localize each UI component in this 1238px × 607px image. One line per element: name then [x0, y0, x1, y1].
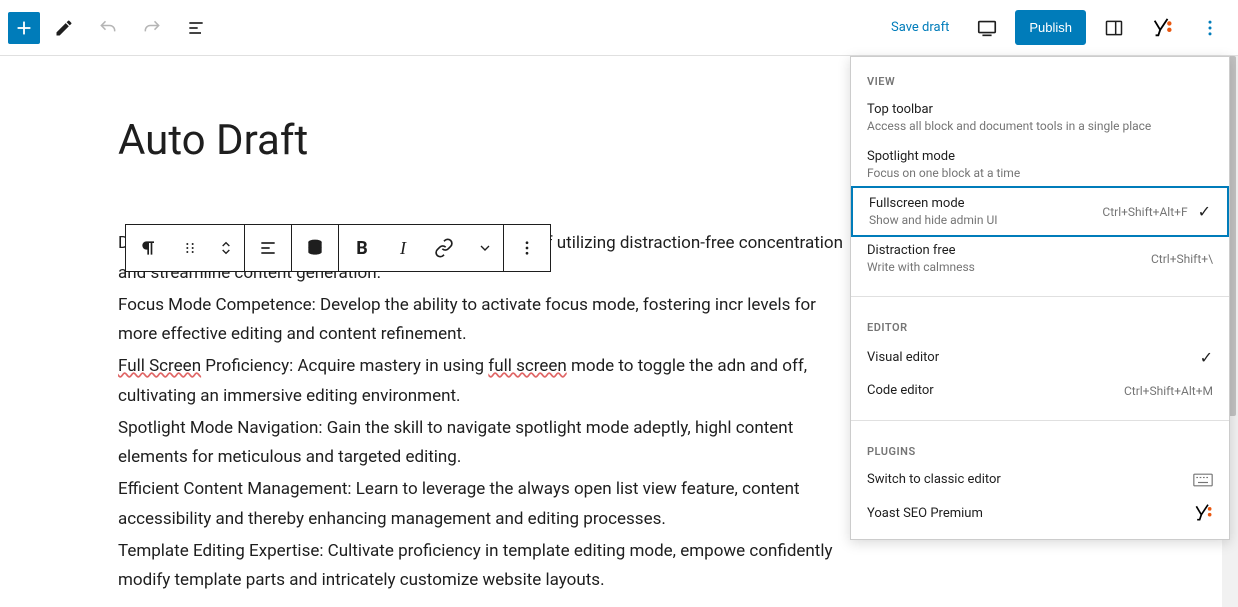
settings-sidebar-button[interactable]	[1094, 8, 1134, 48]
save-draft-button[interactable]: Save draft	[881, 20, 959, 35]
undo-button[interactable]	[88, 8, 128, 48]
menu-item-desc: Access all block and document tools in a…	[867, 119, 1151, 133]
edit-icon[interactable]	[44, 8, 84, 48]
shortcut: Ctrl+Shift+Alt+F	[1102, 205, 1187, 219]
publish-button[interactable]: Publish	[1015, 10, 1086, 45]
move-icon[interactable]	[208, 225, 244, 271]
chevron-down-icon[interactable]	[467, 225, 503, 271]
divider	[851, 420, 1229, 421]
section-heading-view: View	[851, 65, 1229, 94]
section-heading-plugins: Plugins	[851, 435, 1229, 464]
shortcut: Ctrl+Shift+\	[1151, 252, 1213, 266]
menu-item-desc: Write with calmness	[867, 260, 975, 274]
paragraph[interactable]: Spotlight Mode Navigation: Gain the skil…	[118, 414, 858, 474]
more-options-icon[interactable]	[504, 225, 550, 271]
menu-distraction-free[interactable]: Distraction free Write with calmness Ctrl…	[851, 235, 1229, 282]
drag-handle-icon[interactable]	[172, 225, 208, 271]
misspell: Full Screen	[118, 356, 201, 376]
database-icon[interactable]	[292, 225, 338, 271]
check-icon: ✓	[1198, 202, 1211, 221]
menu-item-label: Distraction free	[867, 243, 975, 258]
misspell: full screen	[488, 356, 566, 376]
keyboard-icon	[1193, 473, 1213, 487]
menu-item-label: Spotlight mode	[867, 149, 1020, 164]
add-block-button[interactable]	[8, 12, 40, 44]
preview-button[interactable]	[967, 8, 1007, 48]
bold-button[interactable]: B	[339, 225, 385, 271]
shortcut: Ctrl+Shift+Alt+M	[1124, 384, 1213, 398]
menu-item-label: Top toolbar	[867, 102, 1151, 117]
menu-fullscreen[interactable]: Fullscreen mode Show and hide admin UI Ct…	[851, 186, 1229, 237]
redo-button[interactable]	[132, 8, 172, 48]
paragraph[interactable]: Template Editing Expertise: Cultivate pr…	[118, 537, 858, 597]
paragraph[interactable]: Efficient Content Management: Learn to l…	[118, 475, 858, 535]
menu-top-toolbar[interactable]: Top toolbar Access all block and document…	[851, 94, 1229, 141]
yoast-icon[interactable]	[1142, 8, 1182, 48]
divider	[851, 296, 1229, 297]
menu-code-editor[interactable]: Code editor Ctrl+Shift+Alt+M	[851, 375, 1229, 406]
menu-item-label: Switch to classic editor	[867, 472, 1001, 487]
post-content[interactable]: Distraction-Free Mastery: Attain a deep …	[118, 229, 858, 596]
paragraph-icon[interactable]	[126, 225, 172, 271]
options-menu-button[interactable]	[1190, 8, 1230, 48]
menu-item-label: Yoast SEO Premium	[867, 506, 983, 521]
menu-item-label: Fullscreen mode	[869, 196, 998, 211]
menu-classic-editor[interactable]: Switch to classic editor	[851, 464, 1229, 495]
top-toolbar: Save draft Publish	[0, 0, 1238, 56]
options-dropdown: View Top toolbar Access all block and doc…	[850, 56, 1230, 540]
section-heading-editor: Editor	[851, 311, 1229, 340]
menu-item-label: Code editor	[867, 383, 934, 398]
align-icon[interactable]	[245, 225, 291, 271]
yoast-icon	[1193, 503, 1213, 523]
italic-button[interactable]: I	[385, 225, 421, 271]
check-icon: ✓	[1200, 348, 1213, 367]
paragraph[interactable]: Full Screen Proficiency: Acquire mastery…	[118, 352, 858, 412]
menu-spotlight[interactable]: Spotlight mode Focus on one block at a ti…	[851, 141, 1229, 188]
menu-visual-editor[interactable]: Visual editor ✓	[851, 340, 1229, 375]
toolbar-right: Save draft Publish	[881, 8, 1230, 48]
menu-item-desc: Focus on one block at a time	[867, 166, 1020, 180]
menu-item-label: Visual editor	[867, 350, 939, 365]
block-toolbar: B I	[125, 224, 551, 272]
menu-item-desc: Show and hide admin UI	[869, 213, 998, 227]
link-button[interactable]	[421, 225, 467, 271]
menu-yoast[interactable]: Yoast SEO Premium	[851, 495, 1229, 531]
paragraph[interactable]: Focus Mode Competence: Develop the abili…	[118, 291, 858, 351]
document-overview-button[interactable]	[176, 8, 216, 48]
toolbar-left	[8, 8, 216, 48]
